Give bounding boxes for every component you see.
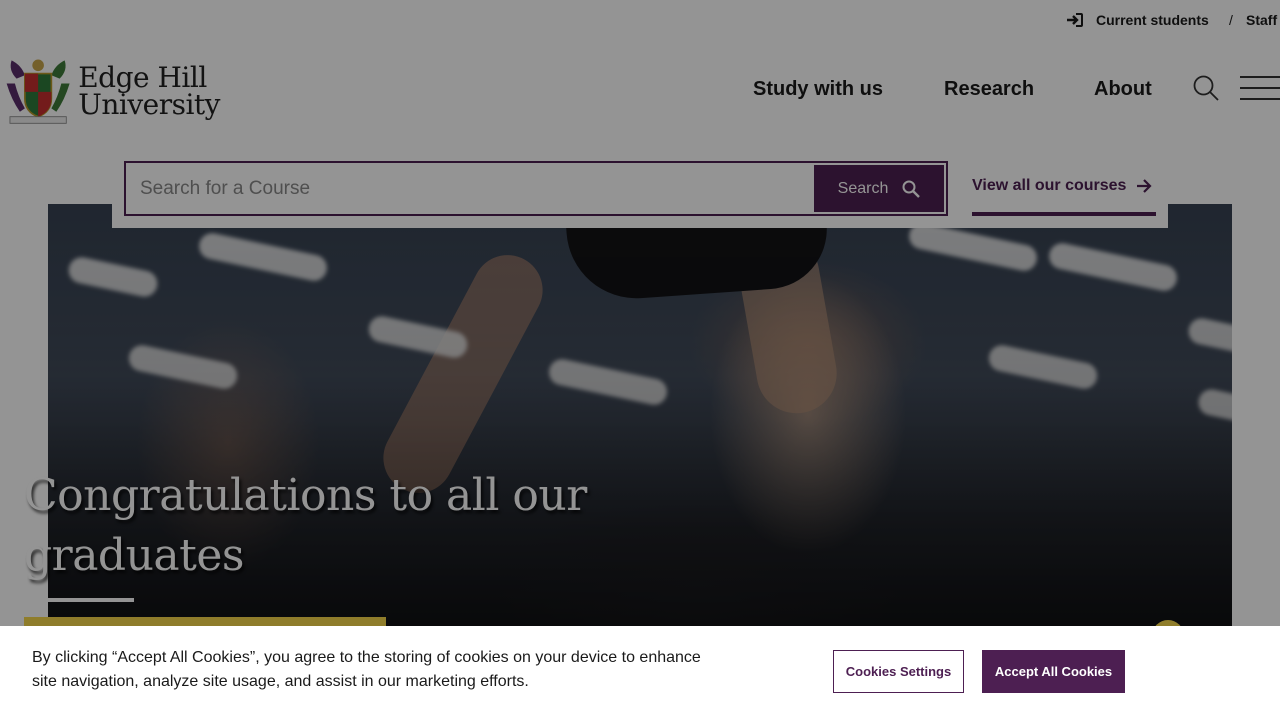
accept-all-cookies-button[interactable]: Accept All Cookies	[982, 650, 1125, 693]
cookie-message: By clicking “Accept All Cookies”, you ag…	[32, 649, 701, 690]
cookie-modal-overlay	[0, 0, 1280, 720]
cookie-banner: By clicking “Accept All Cookies”, you ag…	[0, 626, 1280, 720]
cookies-settings-button[interactable]: Cookies Settings	[833, 650, 964, 693]
